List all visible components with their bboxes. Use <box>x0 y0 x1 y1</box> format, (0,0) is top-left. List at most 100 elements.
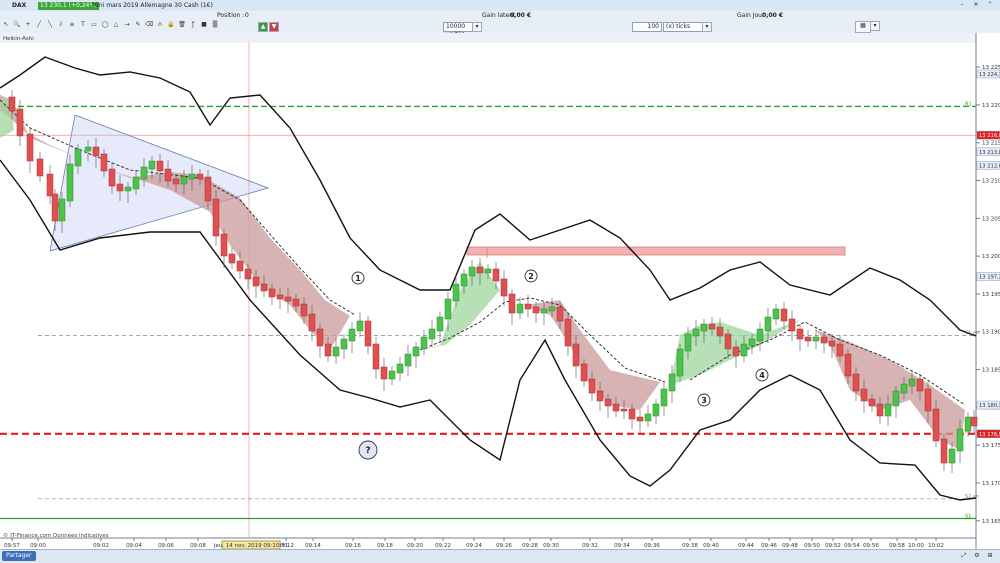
annotation-label: 2 <box>528 272 534 281</box>
eraser-icon[interactable]: ⌫ <box>145 21 153 29</box>
price-label: 13 213,8 <box>979 150 1000 156</box>
price-label: 13 176,5 <box>979 432 1000 438</box>
candle-body <box>388 370 396 380</box>
candle-body <box>444 298 452 320</box>
candle-body <box>796 328 804 340</box>
candle-body <box>716 326 724 337</box>
candle-body <box>46 173 54 197</box>
candle-body <box>764 316 772 332</box>
candle-body <box>396 363 404 374</box>
candle-body <box>164 168 172 182</box>
candle-body <box>116 183 124 192</box>
candle-body <box>308 313 316 332</box>
candle-body <box>852 373 860 392</box>
candle-body <box>36 158 44 177</box>
instrument-label: DAX <box>12 2 27 9</box>
palette-icon[interactable]: ▒ <box>211 21 219 29</box>
candle-body <box>892 390 900 407</box>
candle-body <box>876 403 884 417</box>
minimize-icon[interactable]: – <box>958 1 966 9</box>
candle-body <box>436 316 444 332</box>
y-tick-label: 13 195 <box>982 292 1000 298</box>
ellipse-icon[interactable]: ◯ <box>101 21 109 29</box>
settings-icon[interactable]: ⚙ <box>973 552 981 560</box>
candle-body <box>924 388 932 412</box>
y-tick-label: 13 165 <box>982 519 1000 525</box>
candle-body <box>516 303 524 314</box>
chart-type-icon[interactable]: ▦ <box>855 21 871 33</box>
line-icon[interactable]: ╱ <box>35 21 43 29</box>
lock-icon[interactable]: 🔒 <box>167 21 175 29</box>
ticks-dropdown-icon[interactable]: ▾ <box>702 22 712 32</box>
close-icon[interactable]: ✕ <box>972 1 980 9</box>
candle-body <box>604 398 612 407</box>
trash-icon[interactable]: 🗑 <box>178 21 186 29</box>
zoom-icon[interactable]: 🔍 <box>13 21 21 29</box>
indicator-icon[interactable]: ƒ <box>189 21 197 29</box>
pencil-icon[interactable]: ✎ <box>134 21 142 29</box>
pin-icon[interactable]: ⌃ <box>986 1 994 9</box>
units-dropdown-icon[interactable]: ▾ <box>472 22 482 32</box>
candle-body <box>124 186 132 192</box>
fullscreen-icon[interactable]: ⊞ <box>986 552 994 560</box>
price-label: 13 180,3 <box>979 403 1000 409</box>
candle-body <box>58 198 66 222</box>
triangle-icon[interactable]: △ <box>112 21 120 29</box>
price-chart[interactable]: Heikin-Ashi13 22513 22013 21513 21013 20… <box>0 33 1000 549</box>
candle-body <box>532 306 540 314</box>
copyright-label: © IT-Finance.com Données indicatives <box>3 532 109 539</box>
candle-body <box>404 353 412 367</box>
trendline-icon[interactable]: ╲ <box>46 21 54 29</box>
y-tick-label: 13 170 <box>982 481 1000 487</box>
candle-body <box>292 298 300 307</box>
candle-body <box>756 328 764 342</box>
candle-body <box>188 173 196 180</box>
fibonacci-icon[interactable]: ≡ <box>68 21 76 29</box>
candle-body <box>556 306 564 322</box>
candle-body <box>540 308 548 314</box>
pointer-icon[interactable]: ↖ <box>2 21 10 29</box>
candle-body <box>74 148 82 167</box>
candle-body <box>316 328 324 347</box>
candle-body <box>460 273 468 287</box>
candle-body <box>204 176 212 202</box>
candle-body <box>380 366 388 380</box>
price-label: 13 224,1 <box>979 72 1000 78</box>
text-icon[interactable]: T <box>79 21 87 29</box>
candle-body <box>748 338 756 347</box>
candle-body <box>196 173 204 180</box>
indicator-header <box>0 33 976 43</box>
share-button[interactable]: Partager <box>2 551 36 561</box>
candle-body <box>324 343 332 357</box>
chart-type-dropdown-icon[interactable]: ▾ <box>870 21 880 31</box>
ticks-unit-select[interactable]: (x) ticks <box>663 22 703 32</box>
candle-body <box>836 343 844 357</box>
window-title: Mini mars 2019 Allemagne 30 Cash (1€) <box>92 2 213 9</box>
position-label: Position : <box>217 12 245 19</box>
ticks-input[interactable]: 100 <box>632 22 662 32</box>
candle-body <box>132 176 140 190</box>
candle-body <box>860 388 868 402</box>
expand-icon[interactable]: ⤢ <box>960 552 968 560</box>
candle-body <box>356 320 364 332</box>
candle-body <box>644 413 652 422</box>
level-tag: S1 <box>965 513 971 519</box>
price-label: 13 212,0 <box>979 163 1000 169</box>
candle-body <box>548 306 556 312</box>
level-tag: S1 en <box>965 331 979 337</box>
candle-body <box>300 303 308 317</box>
candle-body <box>700 323 708 332</box>
color-icon[interactable]: ■ <box>200 21 208 29</box>
candle-body <box>940 438 948 464</box>
arrow-icon[interactable]: → <box>123 21 131 29</box>
channel-icon[interactable]: ⫽ <box>57 21 65 29</box>
candle-body <box>628 408 636 420</box>
candle-body <box>51 193 59 222</box>
candle-body <box>572 343 580 367</box>
crosshair-icon[interactable]: + <box>24 21 32 29</box>
magnet-icon[interactable]: ∩ <box>156 21 164 29</box>
candle-body <box>244 268 252 280</box>
candle-body <box>732 346 740 357</box>
candle-body <box>340 338 348 350</box>
rectangle-icon[interactable]: ▭ <box>90 21 98 29</box>
